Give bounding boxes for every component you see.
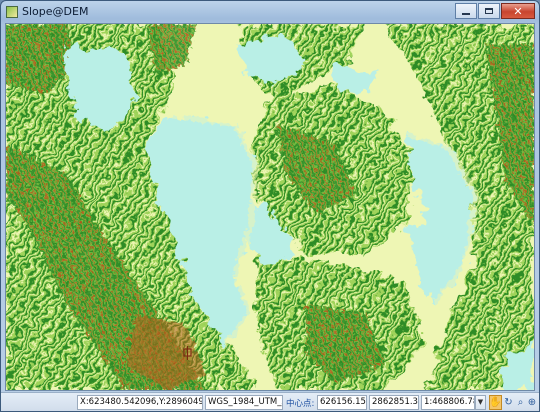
full-extent-button[interactable]: ⊕ [526,395,538,410]
title-bar[interactable]: Slope@DEM ✕ [1,1,539,23]
layer-icon [6,6,18,18]
pan-icon: ✋ [489,397,502,408]
center-x-field[interactable]: 626156.1591 [317,395,367,410]
center-y-field[interactable]: 2862851.342 [369,395,419,410]
close-icon: ✕ [513,4,523,18]
fullextent-icon: ⊕ [527,397,537,408]
zoom-icon: ⌕ [517,397,524,408]
projection-field[interactable]: WGS_1984_UTM_Zone_47N [205,395,283,410]
window-title: Slope@DEM [22,5,89,18]
pan-tool-button[interactable]: ✋ [489,395,502,410]
refresh-icon: ↻ [504,397,513,408]
scale-dropdown-button[interactable]: ▼ [475,395,486,410]
close-button[interactable]: ✕ [501,3,535,19]
cursor-coordinates: X:623480.542096,Y:2896049. [77,395,203,410]
scale-field[interactable]: 1:468806.78376 [421,395,475,410]
maximize-button[interactable] [478,3,500,19]
chevron-down-icon: ▼ [477,398,484,406]
slope-raster [6,24,534,390]
status-bar: X:623480.542096,Y:2896049. WGS_1984_UTM_… [1,392,539,411]
minimize-button[interactable] [455,3,477,19]
map-canvas[interactable] [5,23,535,391]
maximize-icon [485,8,493,14]
center-label: 中心点: [286,399,315,409]
minimize-icon [462,12,470,15]
window-controls: ✕ [454,3,535,20]
map-window: Slope@DEM ✕ X:623480.542096,Y:2896049. W… [0,0,540,412]
